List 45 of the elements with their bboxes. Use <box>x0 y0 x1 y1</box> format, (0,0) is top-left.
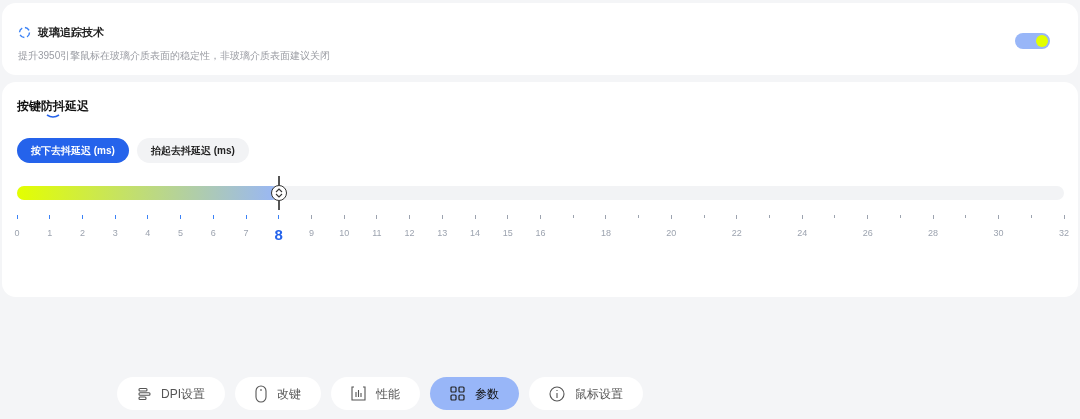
scale-label: 3 <box>112 227 118 240</box>
scale-label: 14 <box>470 227 481 240</box>
scale-label: 9 <box>308 227 314 240</box>
nav-tab[interactable]: 性能 <box>331 377 420 410</box>
mouse-icon <box>255 384 267 403</box>
scale-label: 24 <box>797 227 808 240</box>
scale-label: 8 <box>274 225 283 245</box>
scale-label: 11 <box>372 227 382 240</box>
toggle-switch[interactable] <box>1015 33 1050 49</box>
scale-label: 1 <box>47 227 53 240</box>
scale-label: 4 <box>145 227 151 240</box>
scale-label: 6 <box>210 227 216 240</box>
target-icon <box>18 25 31 39</box>
grid-icon <box>450 386 465 401</box>
description: 提升3950引擎鼠标在玻璃介质表面的稳定性，非玻璃介质表面建议关闭 <box>18 48 331 63</box>
scale-label: 7 <box>243 227 249 240</box>
tab[interactable]: 抬起去抖延迟 (ms) <box>136 138 249 163</box>
info-icon <box>549 385 565 402</box>
nav-tab[interactable]: 改键 <box>235 377 321 410</box>
chart-icon <box>351 386 366 401</box>
nav-tab[interactable]: DPI设置 <box>117 377 225 410</box>
section-title: 玻璃追踪技术 <box>38 25 104 40</box>
underline-mark-icon <box>46 114 60 118</box>
scale-label: 13 <box>437 227 448 240</box>
scale-label: 28 <box>928 227 939 240</box>
tab[interactable]: 按下去抖延迟 (ms) <box>17 138 129 163</box>
nav-tab[interactable]: 鼠标设置 <box>529 377 643 410</box>
scale-label: 10 <box>339 227 350 240</box>
list-icon <box>137 386 151 401</box>
section-title: 按键防抖延迟 <box>17 98 89 115</box>
scale-label: 20 <box>666 227 677 240</box>
scale-label: 30 <box>993 227 1004 240</box>
nav-tab[interactable]: 参数 <box>430 377 519 410</box>
scale-label: 16 <box>535 227 546 240</box>
scale-label: 2 <box>79 227 85 240</box>
scale-label: 18 <box>600 227 611 240</box>
scale-label: 22 <box>731 227 742 240</box>
scale-label: 15 <box>502 227 513 240</box>
slider-handle[interactable] <box>270 176 287 210</box>
scale-label: 26 <box>862 227 873 240</box>
scale-label: 32 <box>1059 227 1069 240</box>
scale-label: 12 <box>404 227 415 240</box>
scale-label: 5 <box>178 227 184 240</box>
slider-track[interactable] <box>17 186 1064 200</box>
scale-label: 0 <box>14 227 20 240</box>
